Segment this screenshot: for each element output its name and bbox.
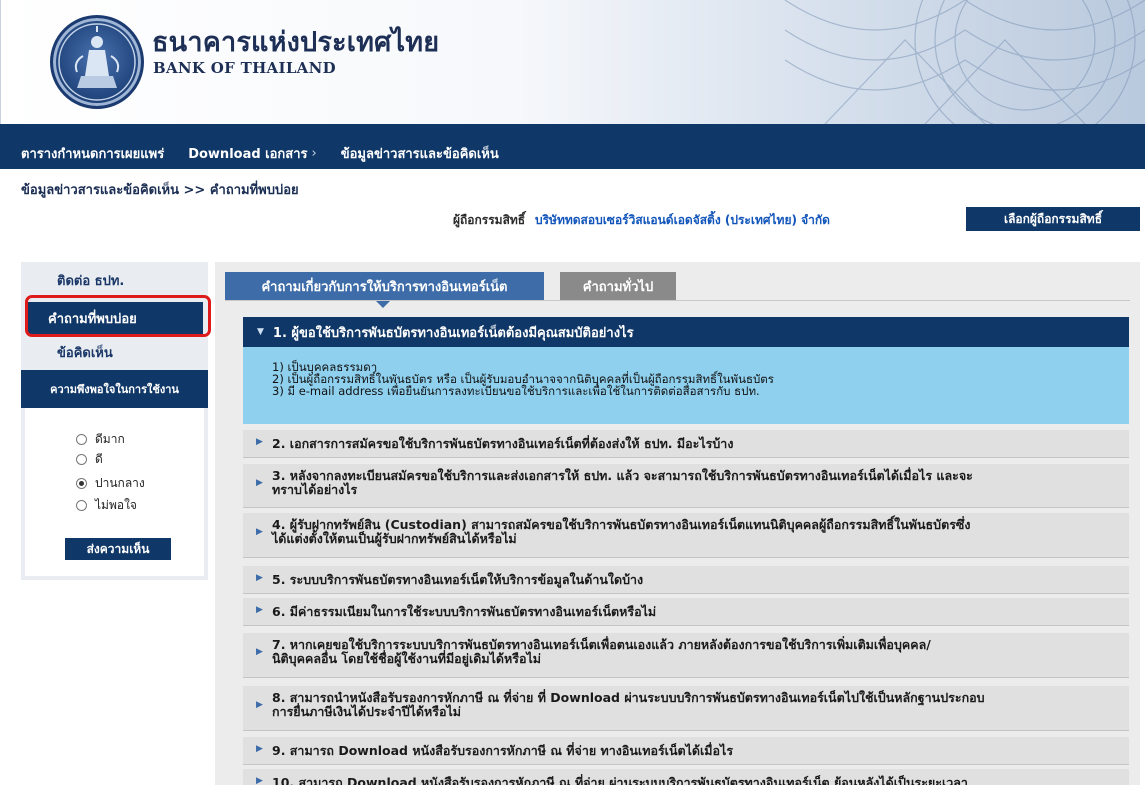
chevron-right-icon: ›: [311, 146, 317, 161]
faq-line: นิติบุคคลอื่น โดยใช้ชื่อผู้ใช้งานที่มีอย…: [272, 651, 542, 666]
faq-item-6[interactable]: ▶ 6. มีค่าธรรมเนียมในการใช้ระบบบริการพัน…: [243, 598, 1129, 626]
bank-name-thai: ธนาคารแห่งประเทศไทย: [152, 27, 440, 58]
radio-very-good[interactable]: ดีมาก: [76, 430, 125, 449]
faq-item-5[interactable]: ▶ 5. ระบบบริการพันธบัตรทางอินเทอร์เน็ตให…: [243, 566, 1129, 594]
header-pattern: [784, 0, 1145, 124]
nav-item-download-documents[interactable]: Download เอกสาร ›: [188, 143, 317, 164]
faq-line: 5. ระบบบริการพันธบัตรทางอินเทอร์เน็ตให้บ…: [272, 572, 644, 587]
faq-item-1-answer: 1) เป็นบุคคลธรรมดา 2) เป็นผู้ถือกรรมสิทธ…: [243, 347, 1129, 424]
faq-item-7[interactable]: ▶ 7. หากเคยขอใช้บริการระบบบริการพันธบัตร…: [243, 633, 1129, 678]
answer-line: 3) มี e-mail address เพื่อยืนยันการลงทะเ…: [272, 384, 760, 398]
faq-item-1-header[interactable]: ▼ 1. ผู้ขอใช้บริการพันธบัตรทางอินเทอร์เน็…: [243, 317, 1129, 347]
faq-title: 7. หากเคยขอใช้บริการระบบบริการพันธบัตรทา…: [272, 638, 1122, 666]
site-header: ธนาคารแห่งประเทศไทย BANK OF THAILAND: [0, 0, 1145, 124]
main-nav: ตารางกำหนดการเผยแพร่ Download เอกสาร › ข้…: [0, 124, 1145, 169]
faq-item-4[interactable]: ▶ 4. ผู้รับฝากทรัพย์สิน (Custodian) สามา…: [243, 513, 1129, 558]
tab-divider: [225, 300, 1130, 301]
faq-item-9[interactable]: ▶ 9. สามารถ Download หนังสือรับรองการหัก…: [243, 737, 1129, 765]
satisfaction-title: ความพึงพอใจในการใช้งาน: [21, 370, 208, 408]
triangle-right-icon: ▶: [256, 744, 263, 754]
faq-main-panel: คำถามเกี่ยวกับการให้บริการทางอินเทอร์เน็…: [215, 262, 1140, 785]
triangle-right-icon: ▶: [256, 700, 263, 710]
faq-title: 9. สามารถ Download หนังสือรับรองการหักภา…: [272, 744, 1122, 758]
radio-icon: [76, 500, 87, 511]
faq-title: 5. ระบบบริการพันธบัตรทางอินเทอร์เน็ตให้บ…: [272, 573, 1122, 587]
faq-line: ทราบได้อย่างไร: [272, 482, 358, 497]
nav-label: Download เอกสาร: [188, 147, 308, 162]
faq-line: การยื่นภาษีเงินได้ประจำปีได้หรือไม่: [272, 704, 462, 719]
holder-name-link[interactable]: บริษัททดสอบเซอร์วิสแอนด์เอดจัสติ้ง (ประเ…: [535, 213, 830, 227]
triangle-right-icon: ▶: [256, 437, 263, 447]
nav-item-news-comments[interactable]: ข้อมูลข่าวสารและข้อคิดเห็น: [341, 143, 499, 164]
faq-title: 8. สามารถนำหนังสือรับรองการหักภาษี ณ ที่…: [272, 691, 1122, 719]
sidebar: ติดต่อ ธปท. คำถามที่พบบ่อย ข้อคิดเห็น คว…: [21, 262, 208, 580]
radio-label: ไม่พอใจ: [95, 498, 137, 512]
radio-unsatisfied[interactable]: ไม่พอใจ: [76, 496, 137, 515]
faq-line: 9. สามารถ Download หนังสือรับรองการหักภา…: [272, 743, 734, 758]
faq-title: 6. มีค่าธรรมเนียมในการใช้ระบบบริการพันธบ…: [272, 605, 1122, 619]
app-root: ธนาคารแห่งประเทศไทย BANK OF THAILAND ตาร…: [0, 0, 1145, 785]
radio-label: ดี: [95, 452, 103, 466]
select-holder-button[interactable]: เลือกผู้ถือกรรมสิทธิ์: [966, 207, 1140, 231]
faq-line: 3. หลังจากลงทะเบียนสมัครขอใช้บริการและส่…: [272, 468, 973, 483]
triangle-right-icon: ▶: [256, 478, 263, 488]
triangle-right-icon: ▶: [256, 573, 263, 583]
nav-label: ข้อมูลข่าวสารและข้อคิดเห็น: [340, 147, 499, 162]
triangle-right-icon: ▶: [256, 776, 263, 785]
faq-title: 1. ผู้ขอใช้บริการพันธบัตรทางอินเทอร์เน็ต…: [272, 325, 634, 341]
radio-icon: [76, 434, 87, 445]
nav-item-release-schedule[interactable]: ตารางกำหนดการเผยแพร่: [21, 143, 164, 164]
faq-line: 8. สามารถนำหนังสือรับรองการหักภาษี ณ ที่…: [272, 690, 985, 705]
sidebar-item-contact[interactable]: ติดต่อ ธปท.: [57, 270, 124, 291]
radio-label: ดีมาก: [95, 432, 125, 446]
faq-title: 3. หลังจากลงทะเบียนสมัครขอใช้บริการและส่…: [272, 469, 1122, 497]
radio-moderate[interactable]: ปานกลาง: [76, 474, 145, 493]
radio-good[interactable]: ดี: [76, 450, 103, 469]
radio-icon: [76, 454, 87, 465]
tab-general-questions[interactable]: คำถามทั่วไป: [560, 272, 676, 300]
faq-title: 4. ผู้รับฝากทรัพย์สิน (Custodian) สามารถ…: [272, 518, 1122, 546]
faq-line: ได้แต่งตั้งให้ตนเป็นผู้รับฝากทรัพย์สินได…: [272, 531, 517, 546]
tab-internet-service-questions[interactable]: คำถามเกี่ยวกับการให้บริการทางอินเทอร์เน็…: [225, 272, 544, 308]
satisfaction-panel: ดีมาก ดี ปานกลาง ไม่พอใจ ส่งความเห็น: [25, 408, 204, 576]
sidebar-item-comments[interactable]: ข้อคิดเห็น: [57, 342, 113, 363]
faq-item-8[interactable]: ▶ 8. สามารถนำหนังสือรับรองการหักภาษี ณ ท…: [243, 686, 1129, 731]
nav-label: ตารางกำหนดการเผยแพร่: [21, 147, 165, 162]
ownership-holder-row: ผู้ถือกรรมสิทธิ์ บริษัททดสอบเซอร์วิสแอนด…: [453, 211, 830, 230]
bank-seal-logo: [50, 15, 144, 109]
faq-item-2[interactable]: ▶ 2. เอกสารการสมัครขอใช้บริการพันธบัตรทา…: [243, 430, 1129, 458]
triangle-right-icon: ▶: [256, 647, 263, 657]
faq-line: 10. สามารถ Download หนังสือรับรองการหักภ…: [272, 775, 968, 785]
triangle-right-icon: ▶: [256, 605, 263, 615]
faq-line: 4. ผู้รับฝากทรัพย์สิน (Custodian) สามารถ…: [272, 517, 971, 532]
faq-line: 6. มีค่าธรรมเนียมในการใช้ระบบบริการพันธบ…: [272, 604, 657, 619]
breadcrumb: ข้อมูลข่าวสารและข้อคิดเห็น >> คำถามที่พบ…: [21, 183, 299, 198]
radio-checked-icon: [76, 478, 87, 489]
faq-item-3[interactable]: ▶ 3. หลังจากลงทะเบียนสมัครขอใช้บริการและ…: [243, 464, 1129, 508]
faq-title: 10. สามารถ Download หนังสือรับรองการหักภ…: [272, 776, 1122, 785]
bank-name-english: BANK OF THAILAND: [153, 59, 336, 77]
triangle-down-icon: ▼: [257, 327, 264, 337]
sidebar-item-faq[interactable]: คำถามที่พบบ่อย: [27, 302, 203, 334]
faq-title: 2. เอกสารการสมัครขอใช้บริการพันธบัตรทางอ…: [272, 437, 1122, 451]
triangle-right-icon: ▶: [256, 527, 263, 537]
faq-item-10[interactable]: ▶ 10. สามารถ Download หนังสือรับรองการหั…: [243, 769, 1129, 785]
faq-line: 7. หากเคยขอใช้บริการระบบบริการพันธบัตรทา…: [272, 637, 931, 652]
faq-line: 2. เอกสารการสมัครขอใช้บริการพันธบัตรทางอ…: [272, 436, 734, 451]
radio-label: ปานกลาง: [95, 476, 145, 490]
send-feedback-button[interactable]: ส่งความเห็น: [65, 538, 171, 560]
holder-label: ผู้ถือกรรมสิทธิ์: [453, 213, 526, 227]
